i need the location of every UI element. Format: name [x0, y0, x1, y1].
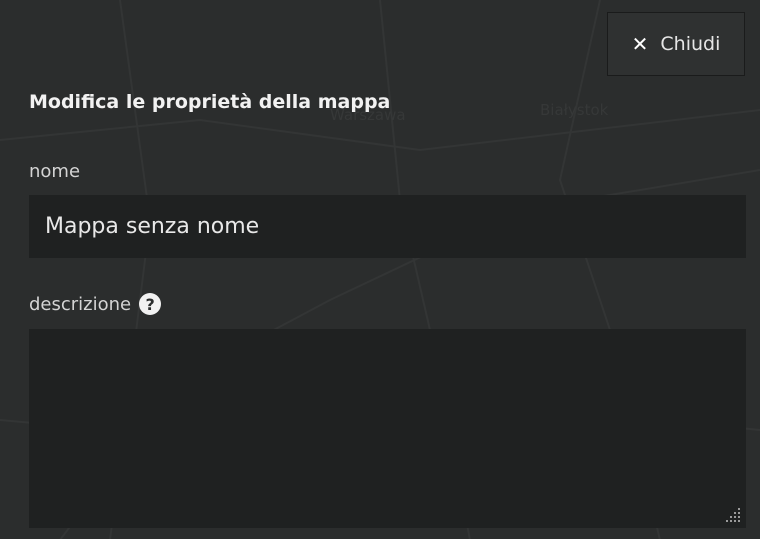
help-icon[interactable]: ? [139, 293, 162, 315]
panel-title: Modifica le proprietà della mappa [29, 91, 391, 113]
description-label-text: descrizione [29, 293, 132, 315]
close-button-label: Chiudi [660, 33, 721, 55]
description-field[interactable] [29, 329, 746, 528]
close-icon: ✕ [631, 32, 649, 56]
map-label: Białystok [540, 101, 609, 119]
resize-handle-icon[interactable] [722, 506, 742, 524]
name-field[interactable] [29, 195, 746, 258]
close-button[interactable]: ✕ Chiudi [607, 12, 745, 76]
name-field-label: nome [29, 161, 81, 182]
description-field-label: descrizione ? [29, 293, 162, 315]
map-properties-panel: Warszawa Varsavia Białystok Radom Lublin… [0, 0, 760, 539]
